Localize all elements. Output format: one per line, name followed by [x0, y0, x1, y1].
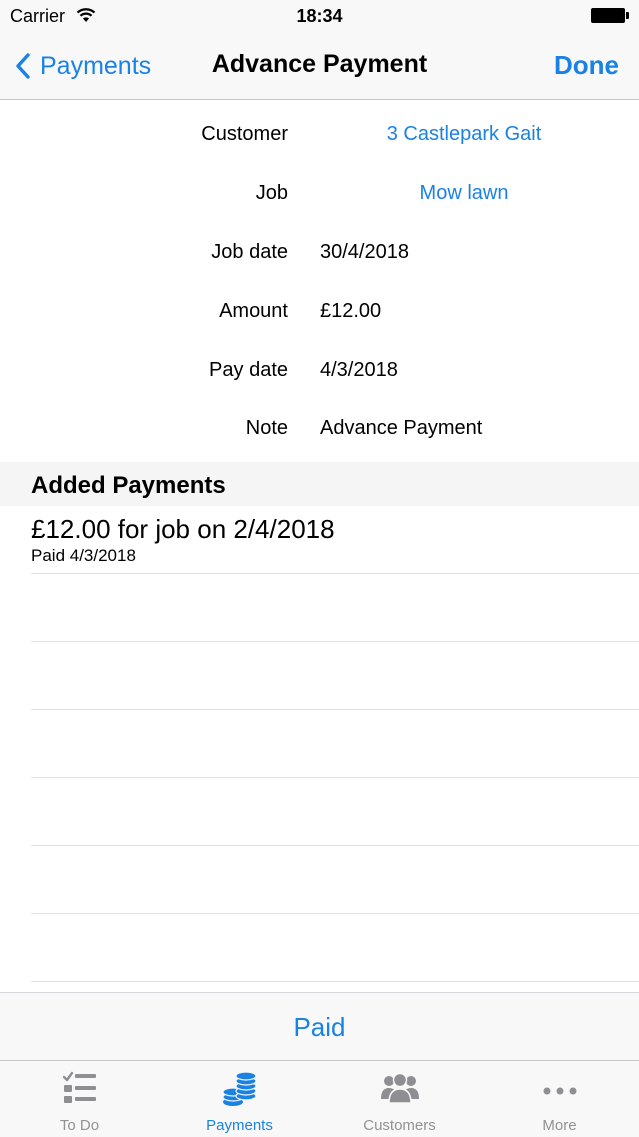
paid-toolbar: Paid: [0, 992, 639, 1061]
tab-label: Payments: [206, 1117, 273, 1134]
added-payments-list: £12.00 for job on 2/4/2018 Paid 4/3/2018: [0, 506, 639, 992]
separator: [31, 709, 639, 710]
pay-date-row[interactable]: Pay date 4/3/2018: [0, 351, 639, 391]
done-button[interactable]: Done: [554, 50, 619, 81]
pay-date-label: Pay date: [209, 359, 288, 381]
tab-more[interactable]: More: [480, 1061, 639, 1137]
pay-date-value[interactable]: 4/3/2018: [320, 359, 398, 382]
added-payments-header: Added Payments: [0, 462, 639, 506]
customer-label: Customer: [201, 123, 288, 145]
separator: [31, 913, 639, 914]
separator: [31, 845, 639, 846]
tab-label: More: [542, 1117, 577, 1134]
job-date-label: Job date: [211, 241, 288, 263]
status-bar: Carrier 18:34: [0, 0, 639, 33]
separator: [31, 573, 639, 574]
separator: [31, 777, 639, 778]
section-title: Added Payments: [31, 472, 226, 499]
payment-title: £12.00 for job on 2/4/2018: [31, 514, 335, 544]
list-item[interactable]: £12.00 for job on 2/4/2018 Paid 4/3/2018: [0, 506, 639, 573]
tab-label: Customers: [363, 1117, 436, 1134]
separator: [31, 981, 639, 982]
amount-row[interactable]: Amount £12.00: [0, 292, 639, 332]
people-icon: [320, 1071, 479, 1107]
job-label: Job: [255, 182, 288, 204]
tab-customers[interactable]: Customers: [320, 1061, 479, 1137]
clock: 18:34: [296, 6, 343, 26]
checklist-icon: [0, 1071, 159, 1107]
battery-icon: [591, 8, 629, 23]
customer-row[interactable]: Customer 3 Castlepark Gait: [0, 115, 639, 155]
job-row[interactable]: Job Mow lawn: [0, 174, 639, 214]
tab-payments[interactable]: Payments: [160, 1061, 319, 1137]
payment-subtitle: Paid 4/3/2018: [31, 546, 136, 565]
coins-icon: [160, 1071, 319, 1107]
more-icon: [480, 1071, 639, 1107]
separator: [31, 641, 639, 642]
job-link[interactable]: Mow lawn: [320, 182, 608, 205]
amount-label: Amount: [219, 300, 288, 322]
customer-link[interactable]: 3 Castlepark Gait: [320, 123, 608, 146]
tab-label: To Do: [59, 1117, 100, 1134]
navigation-bar: Payments Advance Payment Done: [0, 33, 639, 100]
job-date-value[interactable]: 30/4/2018: [320, 241, 409, 264]
tab-bar: To Do Payments Customers More: [0, 1060, 639, 1137]
payment-form: Customer 3 Castlepark Gait Job Mow lawn …: [0, 100, 639, 462]
note-label: Note: [245, 417, 288, 439]
amount-value[interactable]: £12.00: [320, 300, 381, 323]
job-date-row[interactable]: Job date 30/4/2018: [0, 233, 639, 273]
tab-to-do[interactable]: To Do: [0, 1061, 159, 1137]
note-row[interactable]: Note Advance Payment: [0, 409, 639, 449]
note-value[interactable]: Advance Payment: [320, 417, 482, 440]
paid-button[interactable]: Paid: [0, 1012, 639, 1043]
page-title: Advance Payment: [211, 50, 428, 78]
